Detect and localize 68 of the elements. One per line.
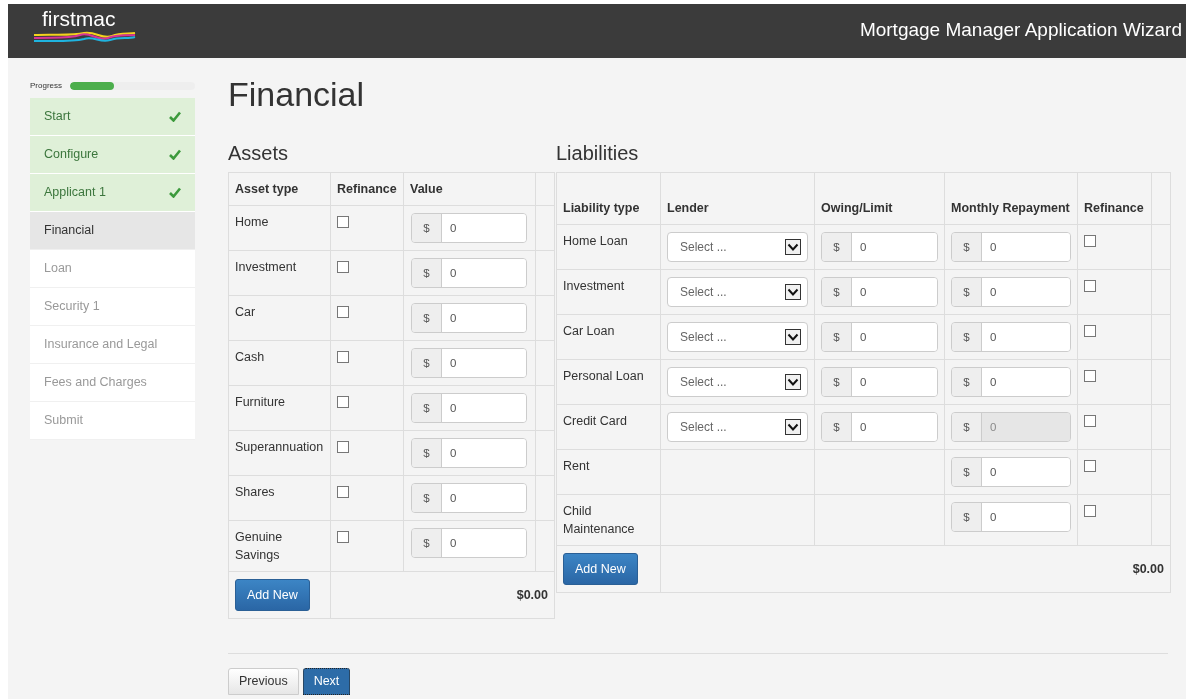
checkbox[interactable] [1084,325,1096,337]
table-cell: Genuine Savings [228,520,331,572]
table-cell: Superannuation [228,430,331,476]
table-cell: Furniture [228,385,331,431]
caret-icon [785,419,801,435]
wave-lines-icon [32,30,136,44]
check-icon [169,187,181,198]
column-header: Lender [660,172,815,225]
column-header: Value [403,172,536,206]
checkbox[interactable] [1084,505,1096,517]
lender-dropdown[interactable]: Select ... [667,367,808,397]
column-header: Asset type [228,172,331,206]
section-heading: Assets [228,141,290,166]
lender-dropdown[interactable]: Select ... [667,412,808,442]
checkbox[interactable] [337,216,349,228]
column-header: Refinance [330,172,404,206]
table-cell: Home [228,205,331,251]
checkbox[interactable] [1084,235,1096,247]
checkbox[interactable] [1084,280,1096,292]
lender-dropdown[interactable]: Select ... [667,277,808,307]
checkbox[interactable] [337,531,349,543]
checkbox[interactable] [337,351,349,363]
table-cell: Personal Loan [556,359,661,405]
lender-dropdown[interactable]: Select ... [667,232,808,262]
progress-label: Progress [30,80,62,92]
caret-icon [785,284,801,300]
checkbox[interactable] [1084,415,1096,427]
add-new-button[interactable]: Add New [235,579,310,611]
column-header: Refinance [1077,172,1152,225]
wizard-step[interactable]: Financial [30,212,195,250]
table-cell: Cash [228,340,331,386]
caret-icon [785,329,801,345]
checkbox[interactable] [337,441,349,453]
table-cell: Credit Card [556,404,661,450]
wizard-step[interactable]: Applicant 1 [30,174,195,212]
checkbox[interactable] [337,306,349,318]
check-icon [169,149,181,160]
wizard-step[interactable]: Start [30,98,195,136]
next-button[interactable]: Next [302,668,351,695]
check-icon [169,111,181,122]
app-title: Mortgage Manager Application Wizard [859,18,1182,42]
checkbox[interactable] [337,396,349,408]
table-cell: Car Loan [556,314,661,360]
caret-icon [785,374,801,390]
column-header: Owing/Limit [814,172,945,225]
total-amount: $0.00 [516,588,548,602]
checkbox[interactable] [1084,370,1096,382]
wizard-step[interactable]: Configure [30,136,195,174]
table-cell: Rent [556,449,661,495]
checkbox[interactable] [1084,460,1096,472]
page-title: Financial [228,74,366,114]
column-header: Liability type [556,172,661,225]
table-cell: Child Maintenance [556,494,661,546]
checkbox[interactable] [337,261,349,273]
table-cell: Investment [556,269,661,315]
caret-icon [785,239,801,255]
table-cell: Investment [228,250,331,296]
table-cell: Home Loan [556,224,661,270]
section-heading: Liabilities [556,141,640,166]
column-header: Monthly Repayment [944,172,1078,225]
add-new-button[interactable]: Add New [563,553,638,585]
checkbox[interactable] [337,486,349,498]
table-cell: Car [228,295,331,341]
lender-dropdown[interactable]: Select ... [667,322,808,352]
logo-text: firstmac [42,8,116,30]
previous-button[interactable]: Previous [228,668,299,695]
total-amount: $0.00 [1132,562,1164,576]
table-cell: Shares [228,475,331,521]
